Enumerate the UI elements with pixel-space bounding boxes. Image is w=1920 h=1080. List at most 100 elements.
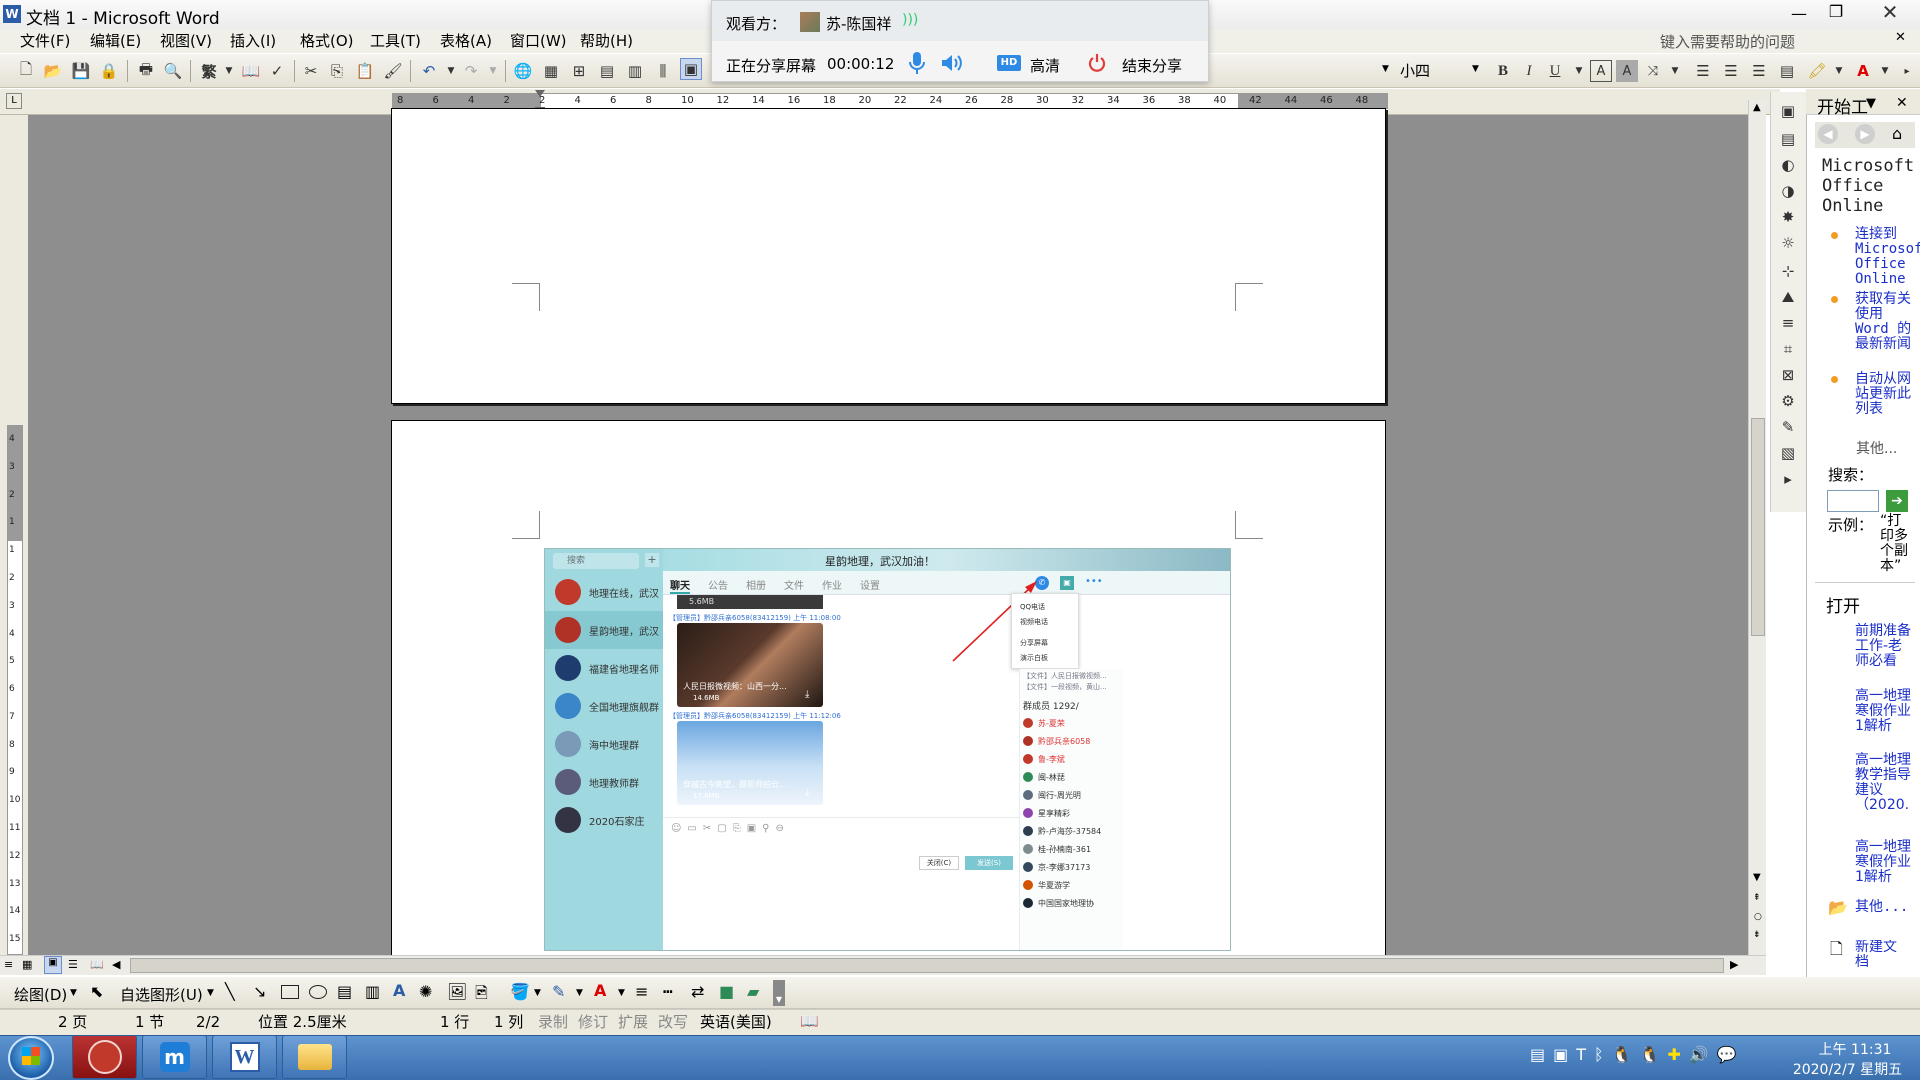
draw-dropdown-icon[interactable]: ▼ xyxy=(70,988,77,998)
page-2[interactable]: 搜索 + 地理在线，武汉 星韵地理，武汉 福建省地理名师 全国地理旗舰群 海中地理群 地理… xyxy=(391,420,1386,960)
tab-selector[interactable]: L xyxy=(6,93,22,109)
spelling-icon[interactable]: ✓ xyxy=(266,60,288,82)
taskbar-app-browser[interactable]: m xyxy=(142,1035,207,1079)
traditional-chinese-icon[interactable]: 繁 xyxy=(198,60,220,82)
copy-icon[interactable]: ⎘ xyxy=(326,60,348,82)
autoshapes-dropdown-icon[interactable]: ▼ xyxy=(207,988,214,998)
menu-table[interactable]: 表格(A) xyxy=(440,31,492,51)
more-link[interactable]: 其他... xyxy=(1856,438,1897,458)
minimize-button[interactable]: — xyxy=(1785,4,1813,24)
picture-icon[interactable]: 🖻 xyxy=(475,982,488,1009)
toolbar-tool-icon[interactable]: ⚙ xyxy=(1777,390,1799,412)
link-auto-update[interactable]: 自动从网站更新此列表 xyxy=(1855,372,1915,417)
hscroll-thumb[interactable] xyxy=(130,958,1724,973)
menu-help[interactable]: 帮助(H) xyxy=(580,31,633,51)
font-color-icon[interactable]: A xyxy=(1852,60,1874,82)
toolbar-tool-icon[interactable]: ✸ xyxy=(1777,206,1799,228)
fill-dropdown-icon[interactable]: ▼ xyxy=(534,988,541,998)
tray-bluetooth-icon[interactable]: ᛒ xyxy=(1594,1045,1604,1069)
underline-icon[interactable]: U xyxy=(1544,60,1566,82)
toolbar-tool-icon[interactable]: ✎ xyxy=(1777,416,1799,438)
fill-color-icon[interactable]: 🪣 xyxy=(510,982,530,1001)
wordart-icon[interactable]: A xyxy=(393,981,405,1000)
font-color-dropdown-icon[interactable]: ▼ xyxy=(1874,60,1896,82)
toolbar-tool-icon[interactable]: ☼ xyxy=(1777,232,1799,254)
home-icon[interactable]: ⌂ xyxy=(1892,124,1902,143)
line-style-icon[interactable]: ≡ xyxy=(635,982,648,1001)
menu-file[interactable]: 文件(F) xyxy=(20,31,70,51)
taskbar-app-word[interactable]: W xyxy=(212,1035,277,1079)
justify-icon[interactable]: ▤ xyxy=(1776,60,1798,82)
diagram-icon[interactable]: ✺ xyxy=(419,982,432,1001)
underline-dropdown-icon[interactable]: ▼ xyxy=(1568,60,1590,82)
toolbar-tool-icon[interactable]: ▸ xyxy=(1777,468,1799,490)
quality-label[interactable]: 高清 xyxy=(1030,55,1060,76)
textbox-icon[interactable]: ▤ xyxy=(337,982,352,1001)
recent-doc-1[interactable]: 前期准备工作-老师必看 xyxy=(1855,624,1915,669)
insert-table-icon[interactable]: ⊞ xyxy=(568,60,590,82)
link-connect-online[interactable]: 连接到 Microsoft Office Online xyxy=(1855,227,1920,287)
autoshapes-menu[interactable]: 自选图形(U) xyxy=(120,984,203,1005)
tray-t-icon[interactable]: T xyxy=(1576,1045,1586,1069)
scroll-right-icon[interactable]: ▶ xyxy=(1730,958,1738,971)
font-name-box[interactable]: 本 xyxy=(1186,60,1396,82)
tray-wechat-icon[interactable]: 💬 xyxy=(1717,1045,1737,1069)
reading-view-icon[interactable]: 📖 xyxy=(90,958,104,971)
vertical-scrollbar[interactable]: ▲ ▼ ⇞ ○ ⇟ xyxy=(1748,100,1766,955)
highlight-dropdown-icon[interactable]: ▼ xyxy=(1828,60,1850,82)
char-shading-icon[interactable]: A xyxy=(1616,60,1638,82)
outline-view-icon[interactable]: ☰ xyxy=(68,958,78,971)
tray-plus-icon[interactable]: ✚ xyxy=(1667,1045,1680,1069)
web-view-icon[interactable]: ▦ xyxy=(22,958,32,971)
status-record[interactable]: 录制 xyxy=(538,1013,568,1031)
rectangle-icon[interactable] xyxy=(281,985,299,999)
cut-icon[interactable]: ✂ xyxy=(300,60,322,82)
insert-excel-icon[interactable]: ▤ xyxy=(596,60,618,82)
forward-icon[interactable]: ▶ xyxy=(1855,124,1875,144)
status-overtype[interactable]: 改写 xyxy=(658,1013,688,1031)
status-track-changes[interactable]: 修订 xyxy=(578,1013,608,1031)
permission-icon[interactable]: 🔒 xyxy=(98,60,120,82)
indent-marker-top-icon[interactable] xyxy=(535,90,545,97)
status-extend[interactable]: 扩展 xyxy=(618,1013,648,1031)
tray-screen-icon[interactable]: ▣ xyxy=(1553,1045,1568,1069)
recent-doc-4[interactable]: 高一地理寒假作业1解析 xyxy=(1855,840,1915,885)
back-icon[interactable]: ◀ xyxy=(1818,124,1838,144)
next-page-icon[interactable]: ⇟ xyxy=(1753,930,1761,940)
task-pane-close-icon[interactable]: ✕ xyxy=(1896,95,1908,111)
dash-style-icon[interactable]: ┅ xyxy=(663,982,673,1001)
scroll-left-icon[interactable]: ◀ xyxy=(112,958,120,971)
tray-network-icon[interactable]: ▤ xyxy=(1530,1045,1545,1069)
dropdown-arrow-icon[interactable]: ▼ xyxy=(218,60,240,82)
taskbar-app-logo[interactable] xyxy=(72,1035,137,1079)
tables-borders-icon[interactable]: ▦ xyxy=(540,60,562,82)
3d-icon[interactable]: ▰ xyxy=(747,982,759,1001)
arrow-icon[interactable]: ↘ xyxy=(253,982,266,1001)
char-border-icon[interactable]: A xyxy=(1590,60,1612,82)
menu-window[interactable]: 窗口(W) xyxy=(510,31,567,51)
font-name-dropdown-icon[interactable]: ▼ xyxy=(1382,64,1389,74)
clipart-icon[interactable]: 🖼 xyxy=(447,982,467,1001)
new-document-link[interactable]: 新建文档 xyxy=(1855,940,1909,972)
align-left-icon[interactable]: ☰ xyxy=(1692,60,1714,82)
help-search-box[interactable]: 键入需要帮助的问题 xyxy=(1660,31,1890,52)
undo-dropdown-icon[interactable]: ▼ xyxy=(440,60,462,82)
redo-dropdown-icon[interactable]: ▼ xyxy=(482,60,504,82)
clock-time[interactable]: 上午 11:31 xyxy=(1800,1039,1910,1059)
line-color-dropdown-icon[interactable]: ▼ xyxy=(576,988,583,998)
phonetic-dropdown-icon[interactable]: ▼ xyxy=(1664,60,1686,82)
toolbar-tool-icon[interactable]: ▣ xyxy=(1777,100,1799,122)
prev-page-icon[interactable]: ⇞ xyxy=(1753,893,1761,903)
redo-icon[interactable]: ↷ xyxy=(460,60,482,82)
close-button[interactable]: ✕ xyxy=(1864,0,1916,24)
toolbar-tool-icon[interactable]: ▧ xyxy=(1777,442,1799,464)
scroll-down-icon[interactable]: ▼ xyxy=(1753,872,1761,883)
link-latest-news[interactable]: 获取有关使用 Word 的最新新闻 xyxy=(1855,292,1915,352)
clock-date[interactable]: 2020/2/7 星期五 xyxy=(1780,1059,1915,1079)
oval-icon[interactable] xyxy=(309,985,327,999)
align-right-icon[interactable]: ☰ xyxy=(1748,60,1770,82)
toolbar-options-icon[interactable]: ▸ xyxy=(1896,60,1918,82)
align-center-icon[interactable]: ☰ xyxy=(1720,60,1742,82)
tray-qq-icon[interactable]: 🐧 xyxy=(1612,1045,1632,1069)
recent-doc-2[interactable]: 高一地理寒假作业1解析 xyxy=(1855,689,1915,734)
